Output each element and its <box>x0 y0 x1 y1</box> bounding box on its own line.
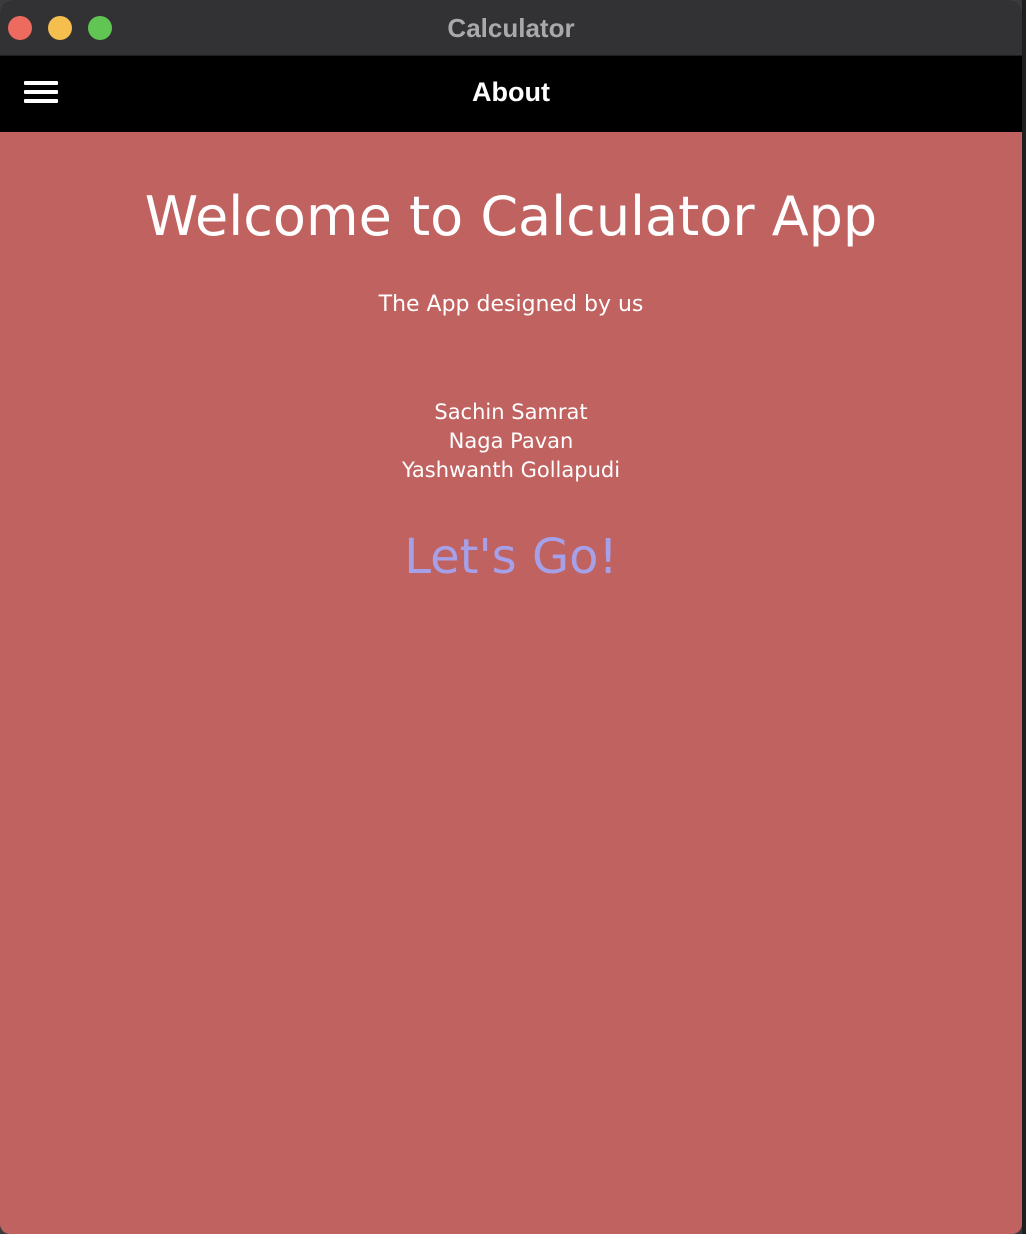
window-title: Calculator <box>447 13 575 43</box>
page-title: About <box>472 77 550 107</box>
team-member: Yashwanth Gollapudi <box>401 458 621 482</box>
team-member: Naga Pavan <box>448 429 574 453</box>
app-bar: About <box>0 56 1022 132</box>
desktop-edge <box>1022 0 1026 1234</box>
window-titlebar[interactable]: Calculator <box>0 0 1022 56</box>
team-list: Sachin Samrat Naga Pavan Yashwanth Golla… <box>0 398 1022 485</box>
team-member: Sachin Samrat <box>434 400 588 424</box>
subtitle-text: The App designed by us <box>378 292 644 317</box>
welcome-heading: Welcome to Calculator App <box>144 185 878 248</box>
lets-go-link[interactable]: Let's Go! <box>0 524 1022 590</box>
about-content: Welcome to Calculator App The App design… <box>0 132 1022 1234</box>
app-window: Calculator About Welcome to Calculator A… <box>0 0 1022 1234</box>
